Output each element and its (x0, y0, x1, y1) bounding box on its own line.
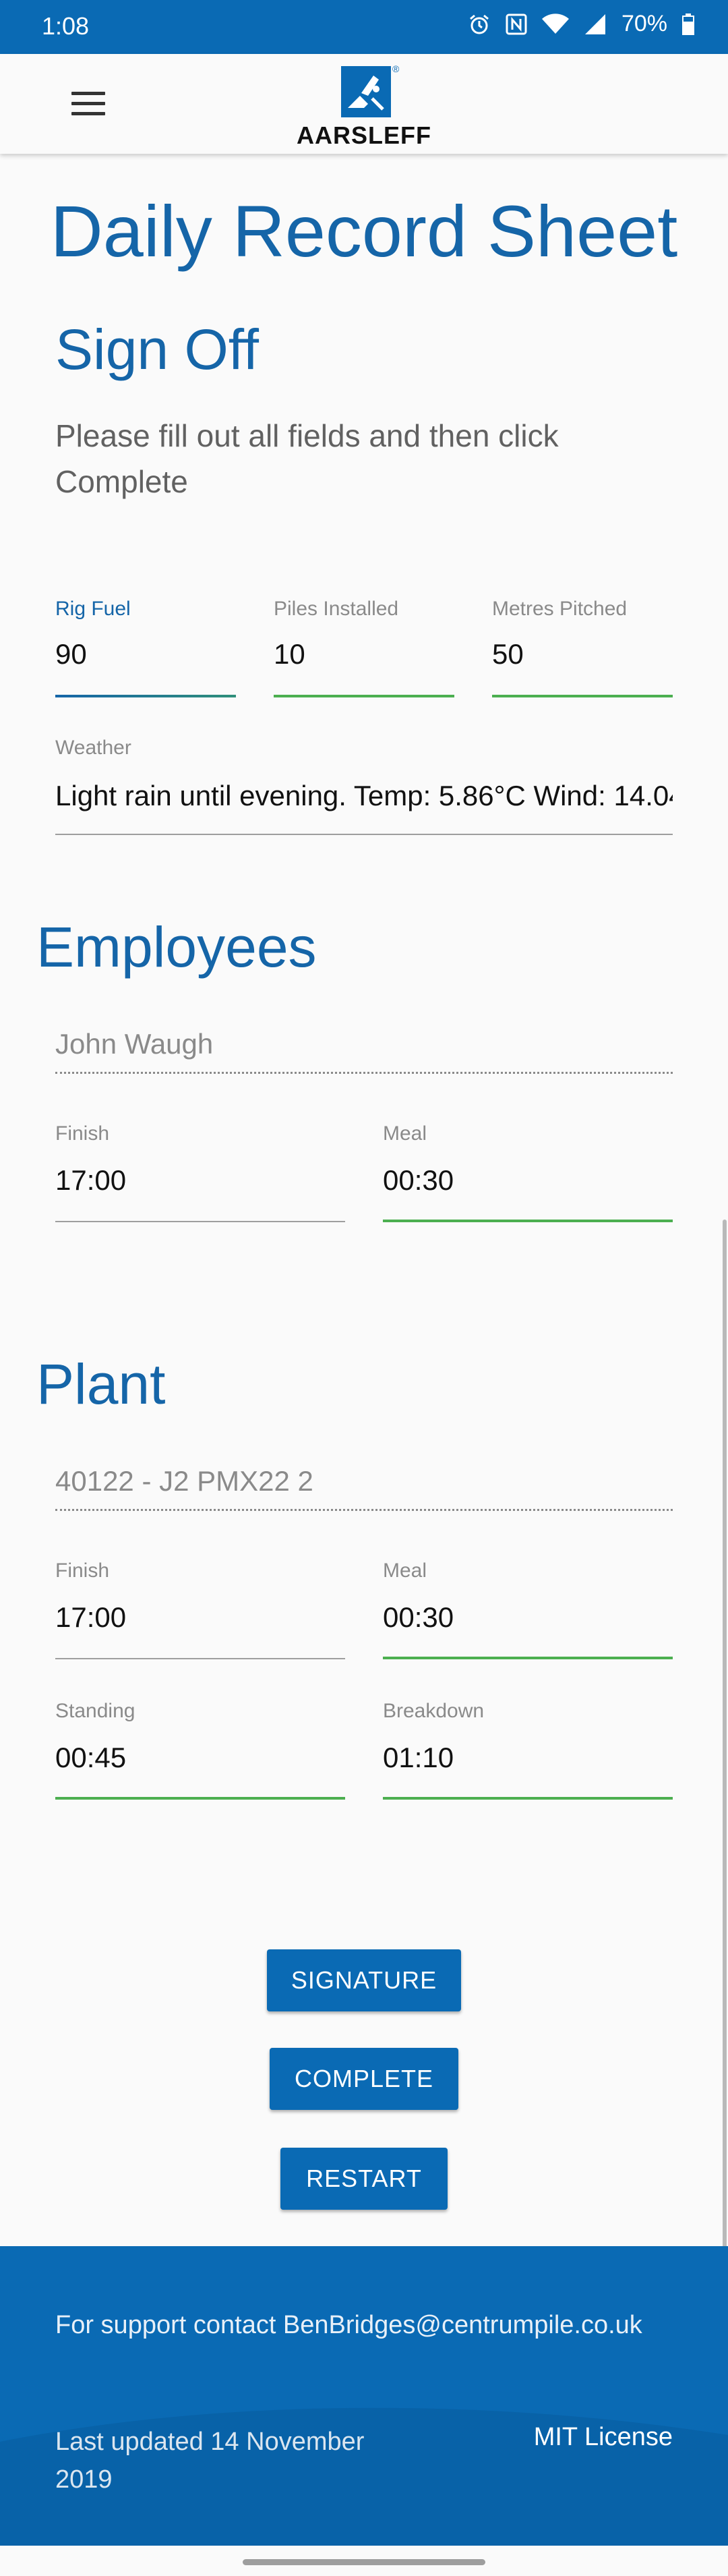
wifi-icon (541, 13, 569, 35)
employee-meal-input[interactable]: 00:30 (383, 1164, 673, 1197)
weather-underline (55, 834, 673, 835)
support-contact: For support contact BenBridges@centrumpi… (55, 2311, 642, 2339)
brand-name: AARSLEFF (297, 121, 431, 149)
plant-standing-input[interactable]: 00:45 (55, 1742, 345, 1774)
restart-button[interactable]: RESTART (280, 2148, 448, 2210)
sign-off-instructions: Please fill out all fields and then clic… (55, 418, 559, 499)
complete-button[interactable]: COMPLETE (270, 2048, 458, 2110)
alarm-icon (468, 13, 491, 36)
rig-fuel-input[interactable]: 90 (55, 638, 236, 670)
status-bar: 1:08 70% (0, 0, 728, 54)
plant-select-value: 40122 - J2 PMX22 2 (55, 1465, 313, 1497)
plant-finish-label: Finish (55, 1559, 110, 1582)
plant-finish-underline (55, 1658, 345, 1659)
rig-fuel-field[interactable]: Rig Fuel 90 (55, 598, 236, 697)
employee-finish-underline (55, 1221, 345, 1222)
gesture-nav-bar (0, 2546, 728, 2576)
signature-button[interactable]: SIGNATURE (267, 1949, 461, 2011)
nfc-icon (506, 13, 527, 35)
weather-label: Weather (55, 737, 131, 759)
employee-finish-field[interactable]: Finish 17:00 (55, 1122, 345, 1222)
employee-select[interactable]: John Waugh (55, 1020, 673, 1074)
sign-off-heading: Sign Off (55, 318, 259, 381)
employee-meal-underline (383, 1220, 673, 1222)
plant-breakdown-field[interactable]: Breakdown 01:10 (383, 1700, 673, 1800)
employee-finish-label: Finish (55, 1122, 110, 1145)
logo-mark (341, 66, 391, 117)
plant-meal-underline (383, 1657, 673, 1659)
piles-installed-label: Piles Installed (274, 598, 399, 620)
employees-heading: Employees (36, 915, 317, 979)
plant-breakdown-label: Breakdown (383, 1700, 485, 1722)
plant-select-underline (55, 1509, 673, 1511)
last-updated: Last updated 14 November 2019 (55, 2428, 365, 2494)
status-icons: 70% (468, 11, 694, 37)
metres-pitched-field[interactable]: Metres Pitched 50 (492, 598, 673, 697)
status-time: 1:08 (42, 12, 90, 40)
hamburger-menu-icon[interactable] (71, 92, 105, 116)
page-title: Daily Record Sheet (50, 190, 678, 272)
piles-installed-input[interactable]: 10 (274, 638, 454, 670)
aarsleff-logo: ® AARSLEFF (290, 63, 438, 149)
plant-standing-field[interactable]: Standing 00:45 (55, 1700, 345, 1800)
employee-meal-field[interactable]: Meal 00:30 (383, 1122, 673, 1222)
plant-meal-label: Meal (383, 1559, 427, 1582)
plant-finish-input[interactable]: 17:00 (55, 1601, 345, 1634)
employee-select-underline (55, 1072, 673, 1074)
plant-finish-field[interactable]: Finish 17:00 (55, 1559, 345, 1659)
piles-installed-field[interactable]: Piles Installed 10 (274, 598, 454, 697)
plant-standing-underline (55, 1797, 345, 1800)
weather-input[interactable]: Light rain until evening. Temp: 5.86°C W… (55, 780, 673, 812)
weather-field[interactable]: Weather Light rain until evening. Temp: … (55, 737, 673, 835)
rig-fuel-label: Rig Fuel (55, 598, 131, 620)
plant-standing-label: Standing (55, 1700, 135, 1722)
metres-pitched-label: Metres Pitched (492, 598, 628, 620)
plant-breakdown-input[interactable]: 01:10 (383, 1742, 673, 1774)
piles-installed-underline (274, 695, 454, 697)
footer: For support contact BenBridges@centrumpi… (0, 2246, 728, 2546)
plant-select[interactable]: 40122 - J2 PMX22 2 (55, 1457, 673, 1511)
home-gesture-handle[interactable] (243, 2559, 485, 2565)
registered-mark: ® (392, 63, 400, 74)
app-bar: ® AARSLEFF (0, 54, 728, 154)
scrollbar[interactable] (723, 1220, 727, 2252)
plant-breakdown-underline (383, 1797, 673, 1800)
signal-icon (584, 13, 607, 36)
employee-meal-label: Meal (383, 1122, 427, 1145)
metres-pitched-input[interactable]: 50 (492, 638, 673, 670)
employee-select-value: John Waugh (55, 1028, 214, 1060)
license-link[interactable]: MIT License (534, 2423, 673, 2452)
plant-heading: Plant (36, 1352, 166, 1416)
plant-meal-field[interactable]: Meal 00:30 (383, 1559, 673, 1659)
battery-level: 70% (621, 11, 667, 36)
employee-finish-input[interactable]: 17:00 (55, 1164, 345, 1197)
plant-meal-input[interactable]: 00:30 (383, 1601, 673, 1634)
battery-icon (682, 13, 694, 35)
rig-fuel-underline (55, 695, 236, 697)
metres-pitched-underline (492, 695, 673, 697)
